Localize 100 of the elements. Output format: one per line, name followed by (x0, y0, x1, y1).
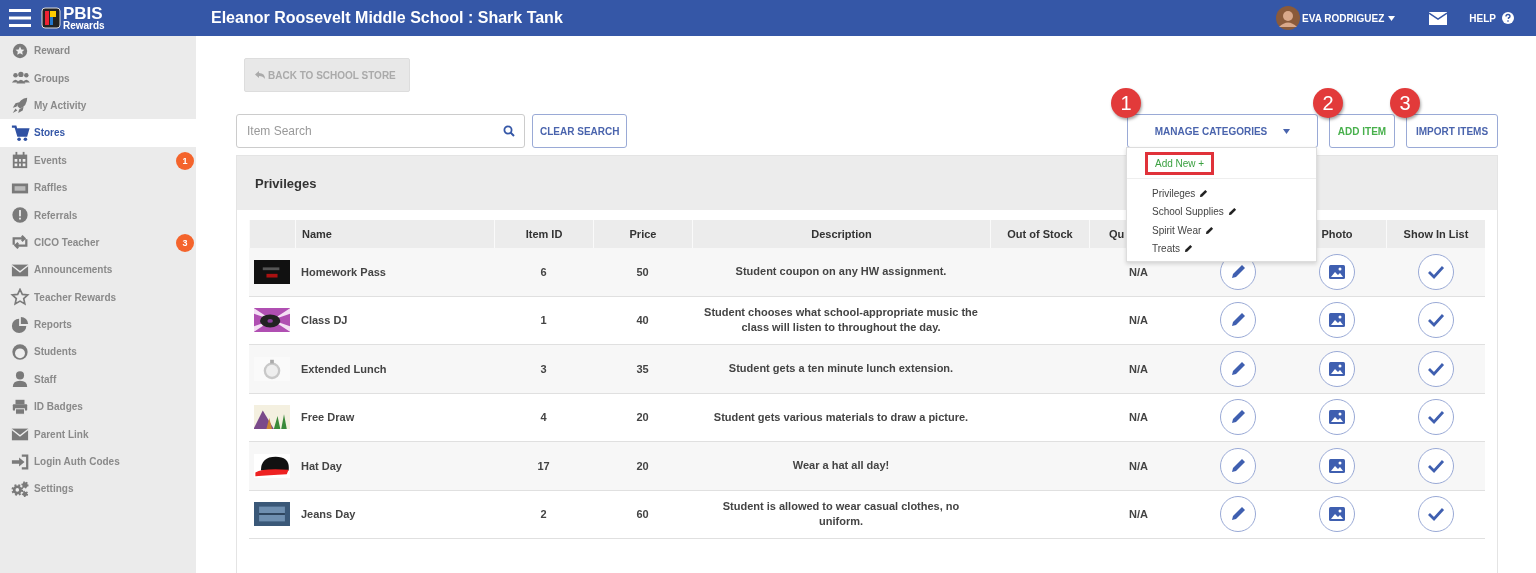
search-field[interactable]: Item Search (236, 114, 525, 148)
column-header: Photo (1321, 228, 1353, 240)
edit-button[interactable] (1219, 302, 1256, 339)
avatar[interactable] (1276, 6, 1301, 30)
item-id: 2 (540, 508, 547, 521)
help-link[interactable]: HELP (1469, 12, 1496, 24)
step-marker: 3 (1390, 88, 1420, 118)
pencil-icon[interactable] (1183, 244, 1193, 254)
login-icon (10, 452, 30, 471)
add-item-button[interactable]: ADD ITEM (1329, 114, 1395, 148)
show-in-list-toggle[interactable] (1417, 350, 1454, 387)
caret-icon (1283, 128, 1291, 134)
caret-icon (1388, 15, 1396, 21)
item-price: 40 (636, 314, 649, 327)
photo-button[interactable] (1318, 447, 1355, 484)
sidebar-item[interactable]: Events 1 (0, 146, 196, 174)
clear-search-button[interactable]: CLEAR SEARCH (532, 114, 628, 148)
pencil-icon[interactable] (1227, 207, 1237, 217)
count-badge: 1 (176, 151, 194, 170)
item-description: Student gets a ten minute lunch extension. (728, 361, 954, 377)
show-in-list-toggle[interactable] (1417, 399, 1454, 436)
photo-button[interactable] (1318, 496, 1355, 533)
column-header: Description (811, 228, 872, 240)
show-in-list-toggle[interactable] (1417, 302, 1454, 339)
person-icon (10, 370, 30, 389)
item-name: Extended Lunch (301, 362, 387, 375)
gears-icon (10, 479, 30, 498)
sidebar-item[interactable]: My Activity (0, 91, 196, 120)
category-item[interactable]: Treats (1152, 243, 1180, 255)
item-quantity: N/A (1129, 362, 1148, 375)
item-id: 4 (540, 411, 547, 424)
step-marker: 1 (1111, 88, 1141, 118)
item-price: 20 (636, 411, 649, 424)
logo-icon (41, 7, 61, 29)
item-name: Hat Day (301, 459, 342, 472)
sidebar-item[interactable]: Referrals (0, 201, 196, 229)
sidebar-item[interactable]: Parent Link (0, 420, 196, 448)
item-description: Wear a hat all day! (792, 458, 890, 474)
star-badge-icon (10, 41, 30, 60)
item-name: Jeans Day (301, 508, 356, 521)
category-item[interactable]: Privileges (1152, 187, 1196, 199)
show-in-list-toggle[interactable] (1417, 496, 1454, 533)
star-icon (10, 288, 30, 307)
show-in-list-toggle[interactable] (1417, 447, 1454, 484)
user-menu[interactable]: EVA RODRIGUEZ (1302, 12, 1396, 24)
help-icon[interactable] (1502, 12, 1514, 24)
search-icon[interactable] (503, 125, 515, 137)
item-description: Student chooses what school-appropriate music the class will listen to throughout the day. (704, 305, 978, 336)
edit-button[interactable] (1219, 496, 1256, 533)
sidebar-item[interactable]: ID Badges (0, 393, 196, 421)
menu-icon[interactable] (9, 8, 31, 28)
sidebar-item[interactable]: Login Auth Codes (0, 447, 196, 476)
category-heading: Privileges (255, 175, 317, 191)
item-name: Homework Pass (301, 265, 386, 278)
item-id: 1 (540, 314, 547, 327)
sidebar-item[interactable]: Teacher Rewards (0, 283, 196, 311)
item-id: 3 (540, 362, 547, 375)
item-name: Free Draw (301, 411, 355, 424)
column-header: Item ID (525, 228, 563, 240)
category-item[interactable]: School Supplies (1152, 206, 1224, 218)
logo-text: PBIS (63, 5, 103, 22)
photo-button[interactable] (1318, 350, 1355, 387)
sidebar-item[interactable]: Announcements (0, 256, 196, 284)
mail-icon[interactable] (1429, 11, 1448, 25)
edit-button[interactable] (1219, 447, 1256, 484)
printer-icon (10, 397, 30, 416)
photo-button[interactable] (1318, 253, 1355, 290)
item-quantity: N/A (1129, 314, 1148, 327)
alert-icon (10, 206, 30, 225)
edit-button[interactable] (1219, 350, 1256, 387)
sidebar-item[interactable]: Reward (0, 37, 196, 65)
import-items-button[interactable]: IMPORT ITEMS (1406, 114, 1498, 148)
photo-button[interactable] (1318, 302, 1355, 339)
item-description: Student gets various materials to draw a picture. (713, 409, 969, 425)
item-id: 6 (540, 265, 547, 278)
back-button[interactable]: BACK TO SCHOOL STORE (244, 58, 410, 92)
item-id: 17 (537, 459, 550, 472)
manage-categories-dropdown[interactable]: MANAGE CATEGORIES (1127, 114, 1318, 148)
photo-button[interactable] (1318, 399, 1355, 436)
item-quantity: N/A (1129, 411, 1148, 424)
category-item[interactable]: Spirit Wear (1152, 224, 1202, 236)
pencil-icon[interactable] (1205, 225, 1215, 235)
page-title: Eleanor Roosevelt Middle School : Shark Tank (211, 9, 564, 27)
rocket-icon (10, 96, 30, 115)
item-quantity: N/A (1129, 508, 1148, 521)
item-quantity: N/A (1129, 459, 1148, 472)
edit-button[interactable] (1219, 399, 1256, 436)
sidebar-item[interactable]: Staff (0, 365, 196, 394)
sidebar-item[interactable]: CICO Teacher 3 (0, 228, 196, 257)
count-badge: 3 (176, 233, 194, 252)
sidebar-item[interactable]: Students (0, 338, 196, 366)
sidebar-item[interactable]: Settings (0, 475, 196, 503)
add-new-link[interactable]: Add New + (1145, 152, 1215, 175)
pencil-icon[interactable] (1199, 188, 1209, 198)
sidebar-item[interactable]: Raffles (0, 173, 196, 202)
pie-icon (10, 315, 30, 334)
sidebar-item[interactable]: Groups (0, 64, 196, 92)
sidebar-item[interactable]: Reports (0, 310, 196, 339)
show-in-list-toggle[interactable] (1417, 253, 1454, 290)
sidebar-item[interactable]: Stores (0, 119, 196, 147)
